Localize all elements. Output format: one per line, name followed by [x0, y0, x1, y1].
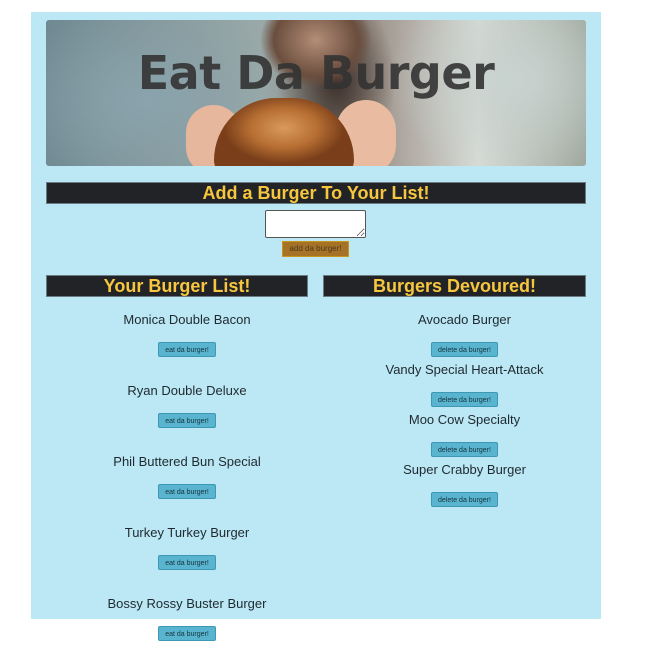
burger-list-heading: Your Burger List! [46, 275, 308, 297]
list-item: Turkey Turkey Burger eat da burger! [46, 524, 328, 595]
list-item: Ryan Double Deluxe eat da burger! [46, 382, 328, 453]
devoured-list: Avocado Burger delete da burger! Vandy S… [323, 311, 606, 511]
delete-burger-button[interactable]: delete da burger! [431, 442, 498, 457]
list-item: Monica Double Bacon eat da burger! [46, 311, 328, 382]
page-title: Eat Da Burger [137, 46, 495, 100]
eat-burger-button[interactable]: eat da burger! [158, 626, 216, 641]
burger-name: Monica Double Bacon [123, 312, 251, 327]
list-item: Super Crabby Burger delete da burger! [323, 461, 606, 511]
list-item: Phil Buttered Bun Special eat da burger! [46, 453, 328, 524]
hero-banner: Eat Da Burger [46, 20, 586, 166]
delete-burger-button[interactable]: delete da burger! [431, 492, 498, 507]
list-item: Vandy Special Heart-Attack delete da bur… [323, 361, 606, 411]
burger-name: Phil Buttered Bun Special [113, 454, 261, 469]
eat-burger-button[interactable]: eat da burger! [158, 413, 216, 428]
list-item: Bossy Rossy Buster Burger eat da burger! [46, 595, 328, 666]
burger-name-input[interactable] [265, 210, 366, 238]
list-item: Avocado Burger delete da burger! [323, 311, 606, 361]
hero-burger-image [214, 98, 354, 166]
devoured-burger-name: Moo Cow Specialty [408, 412, 521, 427]
devoured-burger-name: Avocado Burger [418, 312, 511, 327]
burger-list: Monica Double Bacon eat da burger! Ryan … [46, 311, 328, 666]
devoured-list-heading: Burgers Devoured! [323, 275, 586, 297]
delete-burger-button[interactable]: delete da burger! [431, 392, 498, 407]
devoured-burger-name: Super Crabby Burger [403, 462, 526, 477]
devoured-burger-name: Vandy Special Heart-Attack [385, 362, 544, 377]
page-container: Eat Da Burger Add a Burger To Your List!… [31, 12, 601, 641]
burger-name: Turkey Turkey Burger [124, 525, 250, 540]
eat-burger-button[interactable]: eat da burger! [158, 555, 216, 570]
eat-burger-button[interactable]: eat da burger! [158, 484, 216, 499]
add-burger-heading: Add a Burger To Your List! [46, 182, 586, 204]
delete-burger-button[interactable]: delete da burger! [431, 342, 498, 357]
eat-burger-button[interactable]: eat da burger! [158, 342, 216, 357]
burger-name: Bossy Rossy Buster Burger [107, 596, 267, 611]
list-item: Moo Cow Specialty delete da burger! [323, 411, 606, 461]
add-burger-button[interactable]: add da burger! [282, 241, 349, 257]
burger-name: Ryan Double Deluxe [127, 383, 247, 398]
